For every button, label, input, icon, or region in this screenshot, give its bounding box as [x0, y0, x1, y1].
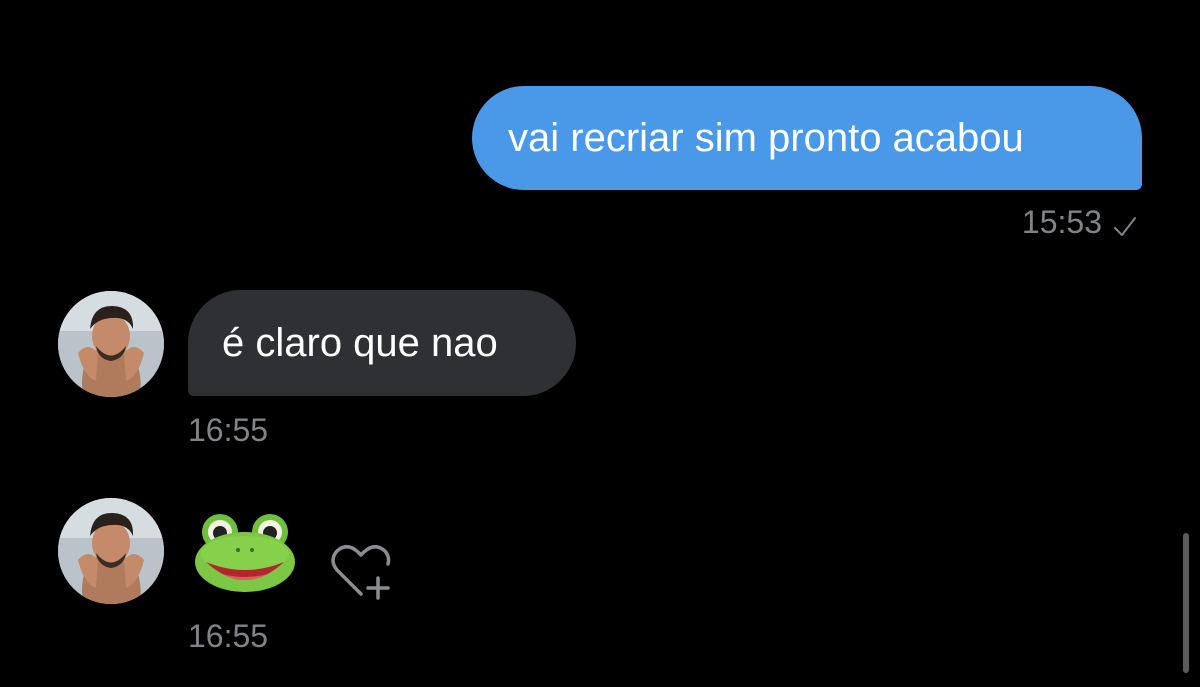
outgoing-message-text: vai recriar sim pronto acabou: [508, 116, 1024, 160]
check-icon: [1112, 209, 1138, 236]
message-timestamp: 16:55: [188, 412, 269, 448]
message-timestamp: 16:55: [188, 618, 269, 654]
avatar[interactable]: [58, 291, 164, 397]
message-timestamp: 15:53: [1021, 204, 1102, 240]
scrollbar[interactable]: [1183, 533, 1189, 673]
incoming-message-bubble[interactable]: é claro que nao: [188, 290, 576, 396]
outgoing-message-meta: 15:53: [1022, 202, 1138, 242]
dm-conversation: vai recriar sim pronto acabou 15:53 é cl…: [0, 0, 1200, 687]
frog-face-emoji[interactable]: [192, 510, 298, 594]
incoming-message-text: é claro que nao: [222, 321, 498, 365]
avatar[interactable]: [58, 498, 164, 604]
outgoing-message-bubble[interactable]: vai recriar sim pronto acabou: [472, 86, 1142, 190]
heart-plus-icon[interactable]: [328, 540, 398, 602]
